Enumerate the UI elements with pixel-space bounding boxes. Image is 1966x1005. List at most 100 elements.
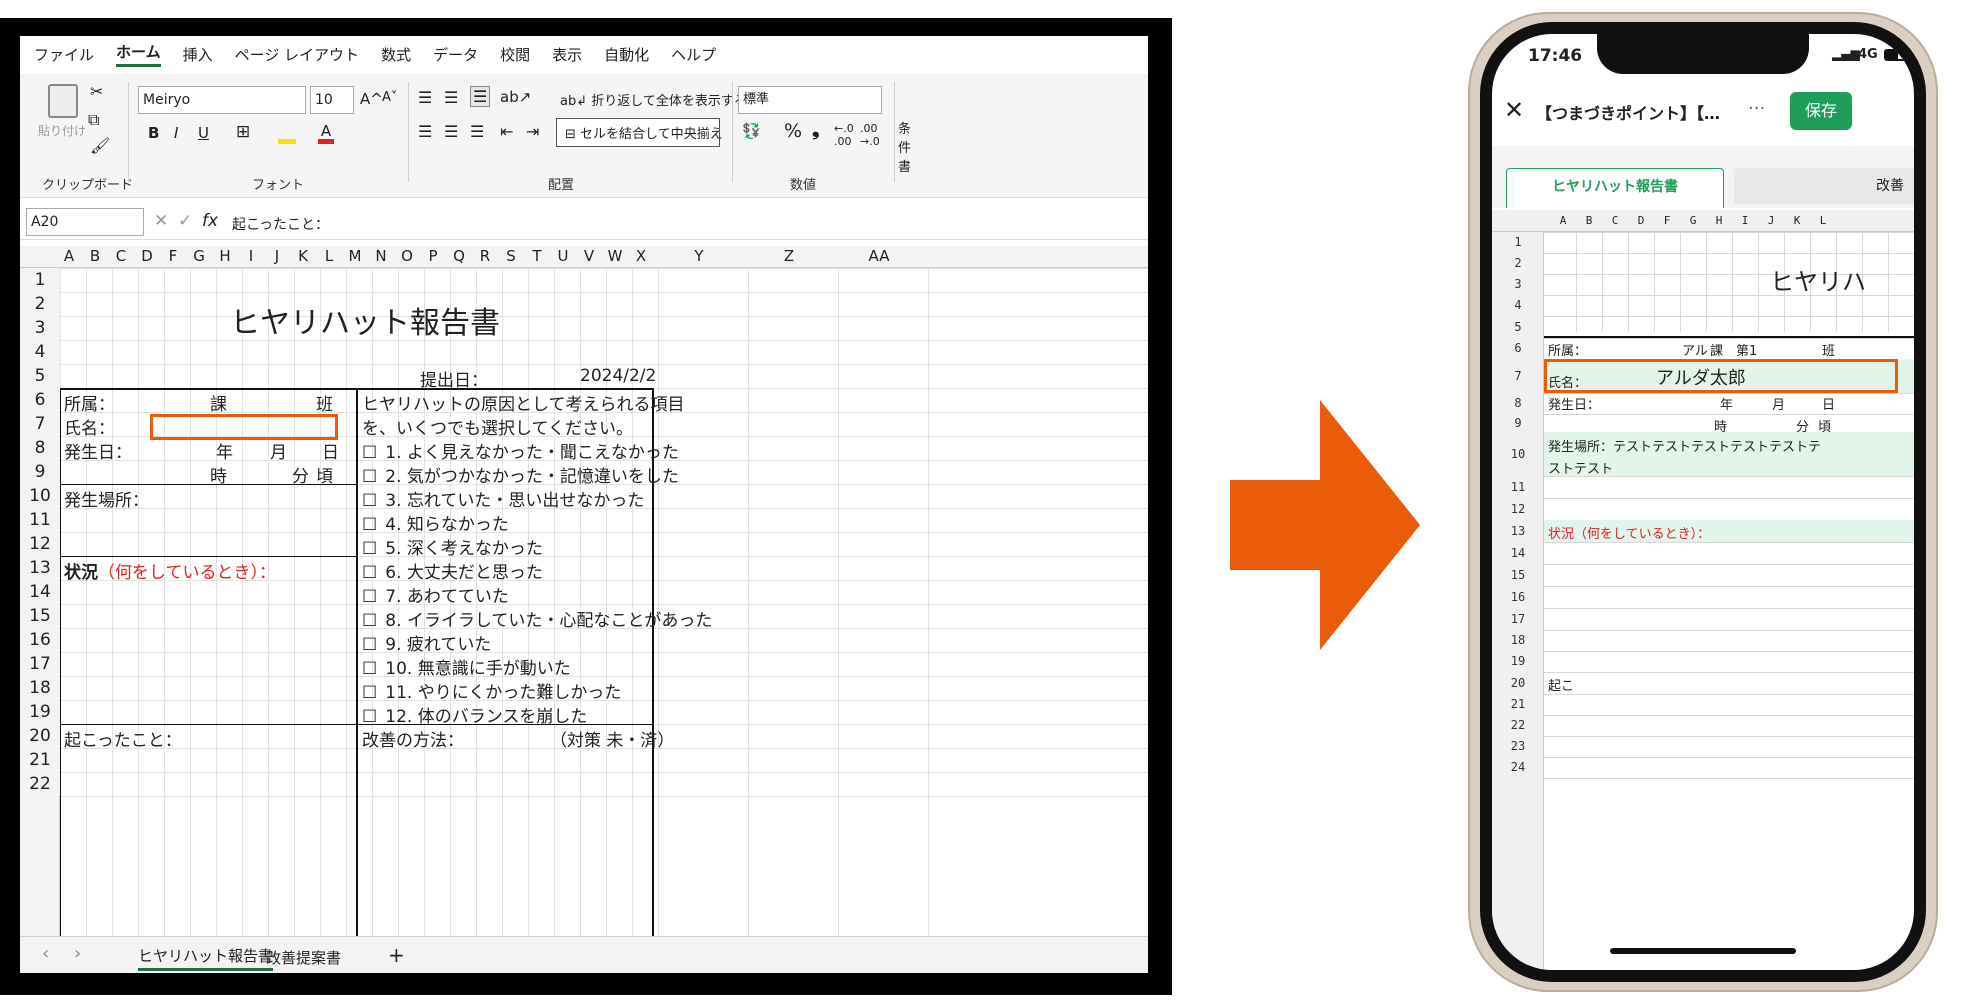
cause-checkbox[interactable]: ☐	[362, 707, 377, 727]
menu-home[interactable]: ホーム	[116, 41, 161, 67]
row-header[interactable]: 14	[20, 580, 60, 604]
cause-checkbox[interactable]: ☐	[362, 611, 377, 631]
column-header[interactable]: H	[212, 247, 238, 265]
row-header[interactable]: 6	[20, 388, 60, 412]
column-header[interactable]: F	[160, 247, 186, 265]
column-header[interactable]: B	[82, 247, 108, 265]
column-header[interactable]: D	[134, 247, 160, 265]
cut-icon[interactable]: ✂	[90, 82, 103, 101]
row-header[interactable]: 7	[20, 412, 60, 436]
column-header[interactable]: AA	[834, 247, 924, 265]
row-header[interactable]: 16	[20, 628, 60, 652]
column-header[interactable]: T	[524, 247, 550, 265]
column-header[interactable]: W	[602, 247, 628, 265]
accounting-format-icon[interactable]: 💱	[742, 122, 761, 140]
row-header[interactable]: 11	[20, 508, 60, 532]
phone-row-header[interactable]: 6	[1492, 338, 1544, 359]
phone-column-header[interactable]: J	[1758, 214, 1784, 227]
column-header[interactable]: N	[368, 247, 394, 265]
row-header[interactable]: 22	[20, 772, 60, 796]
submit-date-value[interactable]: 2024/2/2	[580, 366, 656, 386]
column-header[interactable]: X	[628, 247, 654, 265]
row-header[interactable]: 21	[20, 748, 60, 772]
align-center-icon[interactable]: ☰	[444, 122, 458, 141]
copy-icon[interactable]: ⧉	[88, 110, 99, 130]
phone-row-header[interactable]: 17	[1492, 608, 1544, 630]
phone-row-header[interactable]: 22	[1492, 715, 1544, 736]
align-middle-icon[interactable]: ☰	[444, 88, 458, 107]
formula-input[interactable]: 起こったこと：	[232, 214, 329, 234]
phone-column-header[interactable]: G	[1680, 214, 1706, 227]
phone-row-header[interactable]: 15	[1492, 564, 1544, 586]
comma-button[interactable]: ❟	[812, 118, 819, 140]
row-header[interactable]: 18	[20, 676, 60, 700]
cause-checkbox[interactable]: ☐	[362, 491, 377, 511]
phone-column-header[interactable]: A	[1550, 214, 1576, 227]
borders-icon[interactable]: ⊞	[236, 122, 250, 142]
phone-row-header[interactable]: 10	[1492, 432, 1544, 476]
phone-tab-hiyari[interactable]: ヒヤリハット報告書	[1506, 168, 1724, 208]
column-header[interactable]: G	[186, 247, 212, 265]
underline-button[interactable]: U	[198, 124, 209, 142]
phone-affiliation-value[interactable]: アル	[1682, 340, 1708, 359]
font-size-select[interactable]: 10	[310, 86, 354, 114]
name-input-cell-highlight[interactable]	[150, 414, 338, 440]
column-header[interactable]: C	[108, 247, 134, 265]
column-header[interactable]: Z	[744, 247, 834, 265]
row-header[interactable]: 2	[20, 292, 60, 316]
align-bottom-icon[interactable]: ☰	[470, 86, 491, 107]
phone-column-header[interactable]: B	[1576, 214, 1602, 227]
column-header[interactable]: L	[316, 247, 342, 265]
phone-row-header[interactable]: 7	[1492, 359, 1544, 393]
phone-row-header[interactable]: 5	[1492, 316, 1544, 338]
orientation-icon[interactable]: ab↗	[500, 88, 531, 106]
phone-row-header[interactable]: 13	[1492, 520, 1544, 542]
align-right-icon[interactable]: ☰	[470, 122, 484, 141]
percent-button[interactable]: %	[784, 120, 802, 142]
menu-insert[interactable]: 挿入	[183, 44, 213, 65]
phone-column-header[interactable]: F	[1654, 214, 1680, 227]
column-header[interactable]: Y	[654, 247, 744, 265]
row-header[interactable]: 3	[20, 316, 60, 340]
tab-next-button[interactable]: ›	[74, 943, 81, 964]
more-button[interactable]: ···	[1748, 98, 1765, 119]
menu-review[interactable]: 校閲	[500, 44, 530, 65]
decrease-decimal-icon[interactable]: .00 →.0	[860, 122, 880, 148]
menu-view[interactable]: 表示	[552, 44, 582, 65]
row-header[interactable]: 5	[20, 364, 60, 388]
align-left-icon[interactable]: ☰	[418, 122, 432, 141]
column-header[interactable]: U	[550, 247, 576, 265]
column-header[interactable]: V	[576, 247, 602, 265]
column-header[interactable]: J	[264, 247, 290, 265]
row-header[interactable]: 12	[20, 532, 60, 556]
phone-row-header[interactable]: 14	[1492, 542, 1544, 564]
menu-formulas[interactable]: 数式	[381, 44, 411, 65]
column-header[interactable]: O	[394, 247, 420, 265]
increase-decimal-icon[interactable]: ←.0.00	[834, 122, 854, 148]
phone-row-header[interactable]: 12	[1492, 498, 1544, 520]
row-header[interactable]: 15	[20, 604, 60, 628]
column-header[interactable]: A	[56, 247, 82, 265]
row-header[interactable]: 20	[20, 724, 60, 748]
column-header[interactable]: S	[498, 247, 524, 265]
row-header[interactable]: 4	[20, 340, 60, 364]
phone-row-header[interactable]: 2	[1492, 253, 1544, 274]
cause-checkbox[interactable]: ☐	[362, 563, 377, 583]
phone-column-header[interactable]: H	[1706, 214, 1732, 227]
align-top-icon[interactable]: ☰	[418, 88, 432, 107]
paste-button[interactable]: 貼り付け	[38, 122, 86, 139]
cause-checkbox[interactable]: ☐	[362, 467, 377, 487]
close-button[interactable]: ✕	[1504, 96, 1524, 124]
menu-page-layout[interactable]: ページ レイアウト	[235, 44, 359, 65]
menu-help[interactable]: ヘルプ	[671, 44, 716, 65]
cause-checkbox[interactable]: ☐	[362, 659, 377, 679]
phone-column-header[interactable]: C	[1602, 214, 1628, 227]
increase-indent-icon[interactable]: ⇥	[526, 122, 539, 141]
phone-row-header[interactable]: 23	[1492, 736, 1544, 757]
fill-color-icon[interactable]	[278, 124, 296, 144]
row-header[interactable]: 8	[20, 436, 60, 460]
phone-column-header[interactable]: D	[1628, 214, 1654, 227]
cause-checkbox[interactable]: ☐	[362, 683, 377, 703]
row-header[interactable]: 19	[20, 700, 60, 724]
italic-button[interactable]: I	[174, 124, 178, 142]
